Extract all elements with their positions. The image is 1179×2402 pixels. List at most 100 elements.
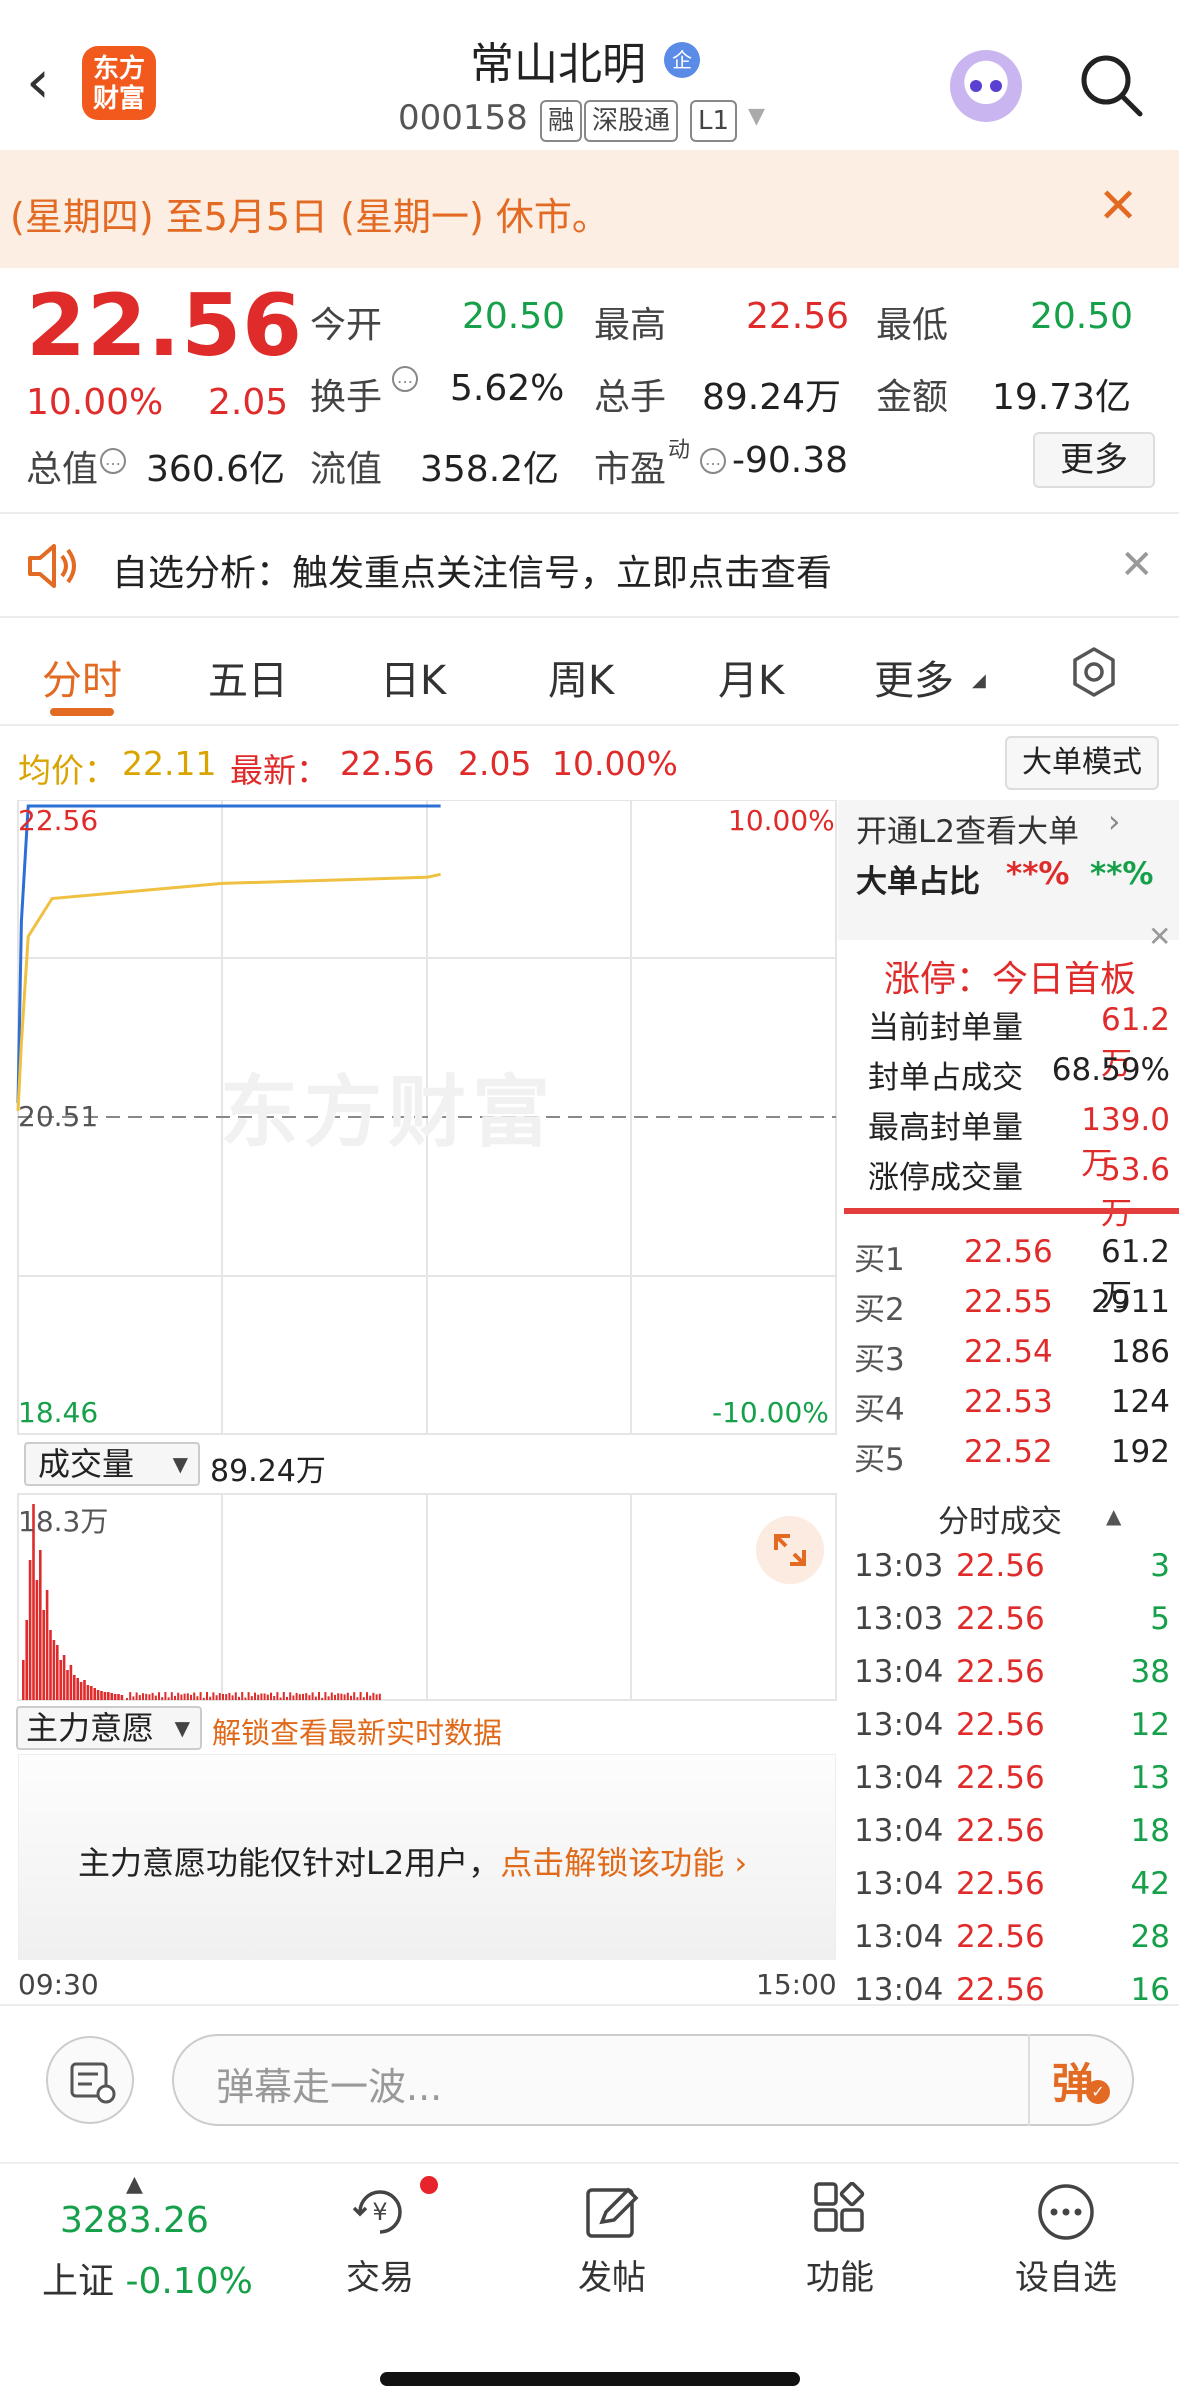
danmaku-settings-button[interactable] [46,2036,134,2124]
trade-volume: 13 [1130,1760,1170,1796]
volume-bar [289,1692,292,1700]
nav-trade[interactable]: 交易 [320,2250,440,2299]
tab-intraday[interactable]: 分时 [42,648,122,706]
price-axis-top: 22.56 [18,804,99,837]
l2-promo-text[interactable]: 开通L2查看大单 [856,806,1079,851]
volume-bar [164,1692,167,1700]
volume-bar [35,1580,39,1700]
limit-row-label: 最高封单量 [868,1110,1023,1146]
volume-bar [295,1692,298,1700]
level-tag[interactable]: L1 [690,100,738,142]
expand-icon[interactable] [756,1516,824,1584]
volume-bar [378,1693,381,1700]
volume-bar [76,1678,79,1700]
volume-bar [270,1692,272,1700]
trade-time: 13:04 [854,1919,944,1955]
trade-time: 13:03 [854,1548,944,1584]
unlock-feature-link[interactable]: 点击解锁该功能 [500,1844,724,1882]
bid-label: 买2 [854,1292,905,1328]
volume-indicator-select[interactable]: 成交量 ▼ [24,1442,200,1486]
bid-price: 22.52 [964,1434,1053,1470]
volume-bar [138,1695,141,1700]
volume-bar [158,1692,160,1700]
volume-bar [86,1685,90,1700]
change-percent: 10.00% [26,382,164,423]
trade-price: 22.56 [956,1972,1045,2008]
assistant-robot-icon[interactable] [950,50,1022,122]
info-icon[interactable]: … [100,448,126,474]
gear-icon[interactable] [1068,646,1120,698]
l2-locked-message: 主力意愿功能仅针对L2用户，点击解锁该功能 › [78,1838,747,1884]
bid-price: 22.55 [964,1284,1053,1320]
volume-bar [238,1696,240,1700]
volume-bar [308,1695,311,1700]
close-icon[interactable]: ✕ [1148,920,1171,953]
tab-more[interactable]: 更多 [874,648,954,706]
index-widget[interactable]: 上证 -0.10% [42,2252,253,2304]
danmaku-send-label: 弹 [1052,2059,1095,2108]
volume-bar [250,1696,253,1700]
trade-volume: 28 [1130,1919,1170,1955]
index-value[interactable]: 3283.26 [60,2200,209,2241]
current-price: 22.56 [26,276,304,376]
tab-daily-k[interactable]: 日K [380,648,446,706]
tab-five-day[interactable]: 五日 [208,648,288,706]
big-order-mode-button[interactable]: 大单模式 [1005,736,1159,790]
volume-bar [209,1696,212,1700]
avg-price-label: 均价： [18,751,117,790]
divider [0,616,1179,618]
tab-monthly-k[interactable]: 月K [718,648,784,706]
latest-change-value: 2.05 [458,744,532,783]
watchlist-alert-text[interactable]: 自选分析：触发重点关注信号，立即点击查看 [112,544,832,596]
back-button[interactable]: ‹ [26,52,50,112]
volume-label: 总手 [594,377,667,418]
volume-bar [177,1692,180,1700]
nav-post[interactable]: 发帖 [552,2250,672,2299]
nav-add-watchlist[interactable]: 设自选 [1006,2250,1126,2299]
close-icon[interactable]: ✕ [1120,542,1154,588]
volume-bar [206,1692,208,1700]
volume-bar [120,1695,124,1700]
volume-bar [343,1694,346,1700]
volume-bar [45,1590,49,1700]
info-icon[interactable]: … [700,448,726,474]
chevron-down-icon[interactable]: ▼ [748,104,765,129]
volume-bar [314,1696,317,1700]
functions-grid-icon[interactable] [810,2182,870,2242]
add-watchlist-icon[interactable] [1036,2182,1096,2242]
tab-weekly-k[interactable]: 周K [548,648,614,706]
main-force-indicator-select[interactable]: 主力意愿 ▼ [16,1706,202,1750]
close-icon[interactable]: ✕ [1098,178,1138,234]
search-icon[interactable] [1078,52,1144,118]
nav-functions[interactable]: 功能 [780,2250,900,2299]
total-value: 360.6亿 [146,449,286,490]
svg-text:¥: ¥ [372,2198,387,2226]
pe-label: 市盈 [594,449,667,490]
edit-post-icon[interactable] [582,2182,642,2242]
check-icon: ✓ [1086,2080,1110,2104]
volume-bar [305,1693,308,1700]
connect-tag: 深股通 [584,100,679,142]
more-quote-button[interactable]: 更多 [1033,432,1155,488]
caret-up-icon[interactable]: ▲ [1106,1504,1121,1528]
low-label: 最低 [876,305,949,346]
volume-bar [83,1680,86,1700]
trade-yuan-icon[interactable]: ¥ [350,2182,410,2242]
bid-volume: 192 [1110,1434,1170,1470]
bid-label: 买4 [854,1392,905,1428]
info-icon[interactable]: … [392,366,418,392]
time-axis-start: 09:30 [18,1968,99,2001]
caret-up-icon[interactable]: ▲ [126,2172,143,2197]
volume-bar [273,1696,276,1700]
speaker-icon [28,544,76,588]
volume-bar [154,1695,157,1700]
trades-title[interactable]: 分时成交 [938,1496,1062,1541]
logo-text: 财富 [92,84,145,114]
unlock-realtime-link[interactable]: 解锁查看最新实时数据 [212,1710,502,1752]
trade-volume: 18 [1130,1813,1170,1849]
active-tab-indicator [50,708,114,716]
volume-bar [151,1692,154,1700]
volume-bar [279,1697,282,1700]
volume-value: 89.24万 [702,377,842,418]
volume-bar [286,1696,288,1700]
